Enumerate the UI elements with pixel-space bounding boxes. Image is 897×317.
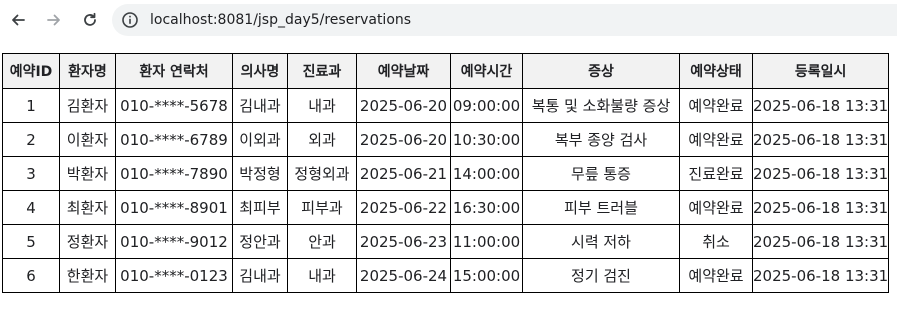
cell-patient-name: 박환자 <box>59 156 116 191</box>
cell-reservation-date: 2025-06-24 <box>356 258 451 293</box>
header-reservation-status: 예약상태 <box>679 53 753 89</box>
cell-reservation-time: 09:00:00 <box>450 88 523 123</box>
reservations-table: 예약ID 환자명 환자 연락처 의사명 진료과 예약날짜 예약시간 증상 예약상… <box>2 53 890 293</box>
cell-reservation-status: 진료완료 <box>679 156 753 191</box>
cell-department: 외과 <box>287 122 357 157</box>
cell-patient-name: 이환자 <box>59 122 116 157</box>
cell-department: 피부과 <box>287 190 357 225</box>
cell-patient-name: 한환자 <box>59 258 116 293</box>
cell-patient-name: 정환자 <box>59 224 116 259</box>
cell-doctor-name: 정안과 <box>232 224 288 259</box>
table-row: 3 박환자 010-****-7890 박정형 정형외과 2025-06-21 … <box>2 156 890 191</box>
table-row: 1 김환자 010-****-5678 김내과 내과 2025-06-20 09… <box>2 88 890 123</box>
cell-department: 정형외과 <box>287 156 357 191</box>
reload-icon <box>84 12 96 26</box>
cell-patient-contact: 010-****-8901 <box>115 190 233 225</box>
cell-reservation-id: 4 <box>2 190 60 225</box>
cell-department: 내과 <box>287 258 357 293</box>
back-button[interactable] <box>4 6 32 34</box>
cell-department: 안과 <box>287 224 357 259</box>
cell-reservation-time: 10:30:00 <box>450 122 523 157</box>
cell-patient-contact: 010-****-6789 <box>115 122 233 157</box>
cell-patient-name: 최환자 <box>59 190 116 225</box>
cell-reservation-time: 14:00:00 <box>450 156 523 191</box>
cell-symptom: 피부 트러블 <box>522 190 680 225</box>
table-row: 5 정환자 010-****-9012 정안과 안과 2025-06-23 11… <box>2 224 890 259</box>
cell-patient-contact: 010-****-7890 <box>115 156 233 191</box>
cell-reservation-time: 15:00:00 <box>450 258 523 293</box>
cell-symptom: 복부 종양 검사 <box>522 122 680 157</box>
header-reservation-id: 예약ID <box>2 53 60 89</box>
cell-reservation-id: 2 <box>2 122 60 157</box>
cell-reservation-id: 1 <box>2 88 60 123</box>
cell-registered-at: 2025-06-18 13:31 <box>751 258 890 293</box>
site-info-button[interactable] <box>118 8 142 32</box>
table-header-row: 예약ID 환자명 환자 연락처 의사명 진료과 예약날짜 예약시간 증상 예약상… <box>2 53 890 89</box>
cell-reservation-id: 6 <box>2 258 60 293</box>
cell-patient-contact: 010-****-5678 <box>115 88 233 123</box>
cell-reservation-status: 예약완료 <box>679 88 753 123</box>
header-registered-at: 등록일시 <box>751 53 890 89</box>
forward-button[interactable] <box>40 6 68 34</box>
cell-reservation-status: 예약완료 <box>679 122 753 157</box>
cell-reservation-date: 2025-06-21 <box>356 156 451 191</box>
cell-registered-at: 2025-06-18 13:31 <box>751 224 890 259</box>
table-row: 4 최환자 010-****-8901 최피부 피부과 2025-06-22 1… <box>2 190 890 225</box>
cell-reservation-id: 5 <box>2 224 60 259</box>
address-bar[interactable]: localhost:8081/jsp_day5/reservations <box>112 4 897 36</box>
cell-patient-contact: 010-****-9012 <box>115 224 233 259</box>
cell-reservation-time: 16:30:00 <box>450 190 523 225</box>
cell-doctor-name: 박정형 <box>232 156 288 191</box>
cell-doctor-name: 이외과 <box>232 122 288 157</box>
cell-reservation-status: 예약완료 <box>679 190 753 225</box>
cell-reservation-status: 예약완료 <box>679 258 753 293</box>
header-doctor-name: 의사명 <box>232 53 288 89</box>
browser-toolbar: localhost:8081/jsp_day5/reservations <box>0 0 897 40</box>
cell-reservation-status: 취소 <box>679 224 753 259</box>
header-reservation-date: 예약날짜 <box>356 53 451 89</box>
header-symptom: 증상 <box>522 53 680 89</box>
header-department: 진료과 <box>287 53 357 89</box>
cell-doctor-name: 최피부 <box>232 190 288 225</box>
arrow-right-icon <box>47 14 60 26</box>
cell-symptom: 시력 저하 <box>522 224 680 259</box>
table-row: 2 이환자 010-****-6789 이외과 외과 2025-06-20 10… <box>2 122 890 157</box>
cell-department: 내과 <box>287 88 357 123</box>
cell-reservation-time: 11:00:00 <box>450 224 523 259</box>
cell-reservation-id: 3 <box>2 156 60 191</box>
cell-registered-at: 2025-06-18 13:31 <box>751 122 890 157</box>
cell-registered-at: 2025-06-18 13:31 <box>751 190 890 225</box>
cell-reservation-date: 2025-06-23 <box>356 224 451 259</box>
cell-reservation-date: 2025-06-20 <box>356 88 451 123</box>
cell-patient-name: 김환자 <box>59 88 116 123</box>
cell-reservation-date: 2025-06-20 <box>356 122 451 157</box>
cell-registered-at: 2025-06-18 13:31 <box>751 156 890 191</box>
header-reservation-time: 예약시간 <box>450 53 523 89</box>
cell-registered-at: 2025-06-18 13:31 <box>751 88 890 123</box>
cell-patient-contact: 010-****-0123 <box>115 258 233 293</box>
reload-button[interactable] <box>76 6 104 34</box>
cell-doctor-name: 김내과 <box>232 258 288 293</box>
cell-symptom: 무릎 통증 <box>522 156 680 191</box>
url-text: localhost:8081/jsp_day5/reservations <box>150 12 412 28</box>
cell-reservation-date: 2025-06-22 <box>356 190 451 225</box>
site-info-icon <box>122 12 138 28</box>
header-patient-name: 환자명 <box>59 53 116 89</box>
cell-doctor-name: 김내과 <box>232 88 288 123</box>
arrow-left-icon <box>12 14 25 26</box>
cell-symptom: 정기 검진 <box>522 258 680 293</box>
cell-symptom: 복통 및 소화불량 증상 <box>522 88 680 123</box>
table-row: 6 한환자 010-****-0123 김내과 내과 2025-06-24 15… <box>2 258 890 293</box>
header-patient-contact: 환자 연락처 <box>115 53 233 89</box>
